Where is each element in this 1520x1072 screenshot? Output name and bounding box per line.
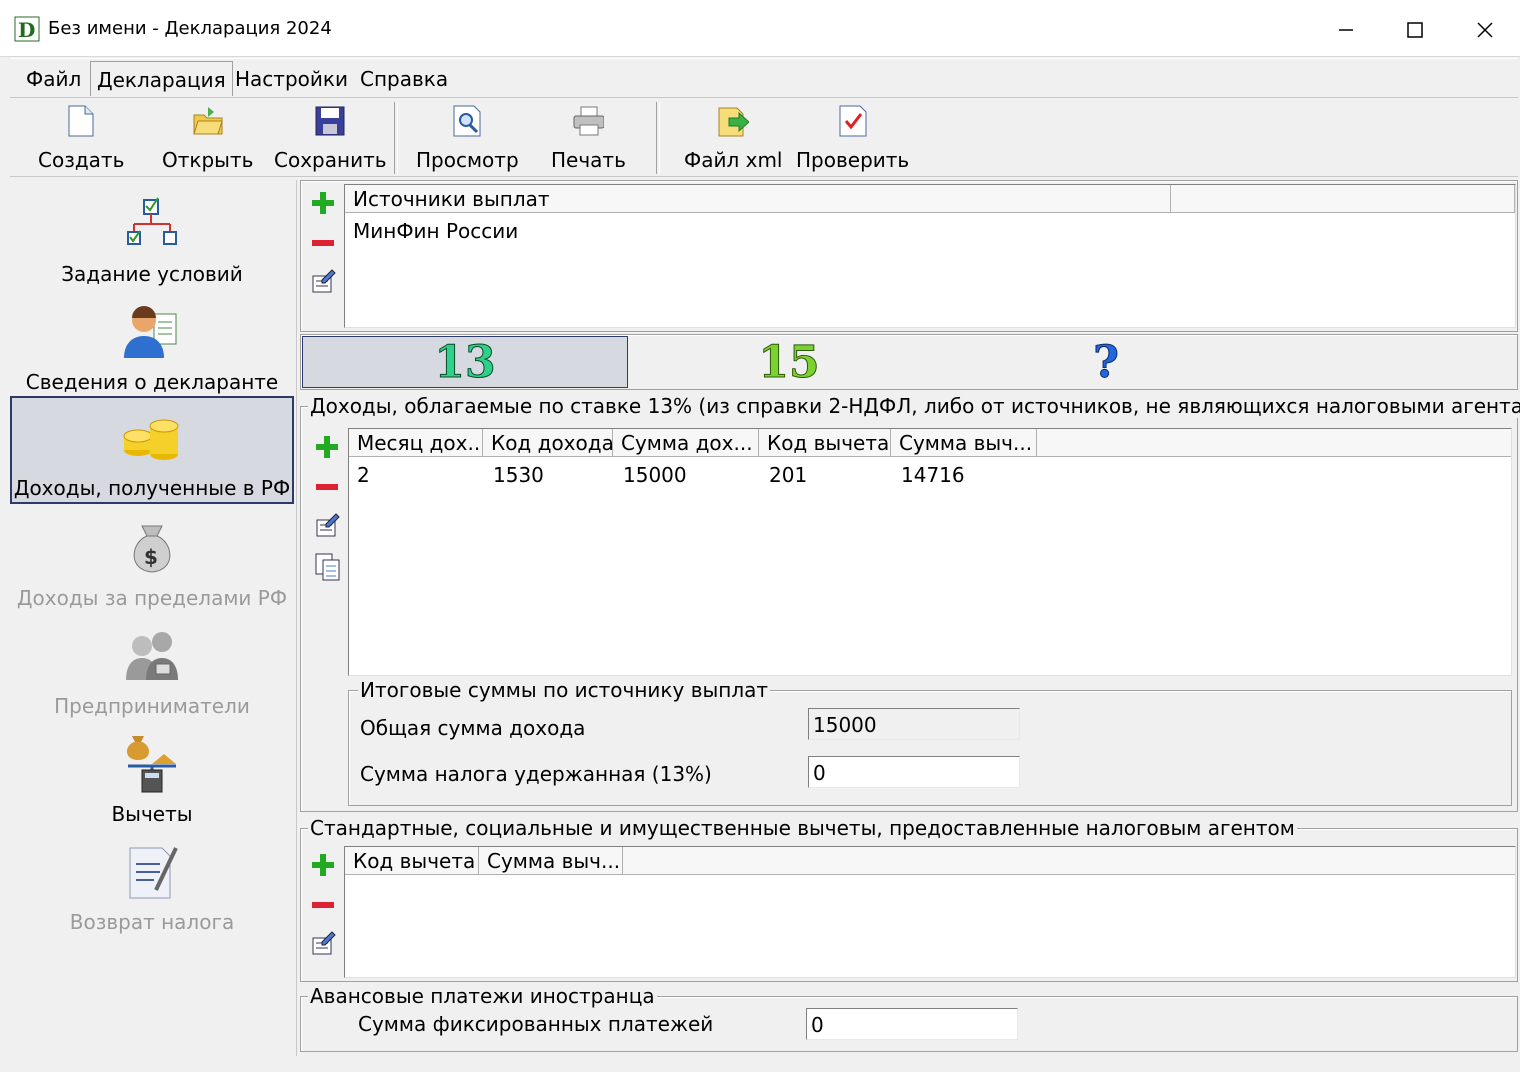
deductions-group-title: Стандартные, социальные и имущественные …: [308, 816, 1297, 840]
income-cell-month: 2: [357, 463, 370, 487]
sources-header[interactable]: Источники выплат: [345, 185, 1171, 213]
preview-icon: [451, 102, 483, 140]
nav-deductions[interactable]: Вычеты: [10, 724, 294, 832]
left-navigation: Задание условий Сведения о декларанте До…: [10, 180, 297, 1056]
toolbar-separator: [394, 102, 398, 174]
close-icon[interactable]: [1455, 10, 1515, 50]
tax-refund-icon: [120, 840, 184, 904]
open-folder-icon: [192, 102, 224, 140]
toolbar: Создать Открыть Сохранить Просмотр Печат…: [10, 98, 1518, 177]
plus-icon: [312, 854, 334, 876]
edit-deduction-button[interactable]: [308, 928, 338, 958]
deductions-col-code[interactable]: Код вычета: [345, 847, 479, 875]
nav-entrepreneurs[interactable]: Предприниматели: [10, 616, 294, 724]
copy-icon: [315, 553, 340, 581]
conditions-icon: [120, 192, 184, 256]
add-source-button[interactable]: [308, 188, 338, 218]
rate-tab-13[interactable]: 13: [302, 336, 628, 388]
svg-text:$: $: [144, 545, 158, 569]
edit-record-icon: [312, 269, 336, 293]
coins-icon: [120, 406, 184, 470]
income-table[interactable]: Месяц дох... Код дохода Сумма дох... Код…: [348, 428, 1512, 676]
floppy-disk-icon: [314, 102, 346, 140]
income-cell-deduction-sum: 14716: [901, 463, 965, 487]
maximize-icon[interactable]: [1385, 10, 1445, 50]
income-col-sum[interactable]: Сумма дох...: [613, 429, 759, 457]
minimize-icon[interactable]: [1316, 10, 1376, 50]
money-bag-icon: $: [120, 516, 184, 580]
rate-tab-other[interactable]: ?: [948, 336, 1264, 388]
title-bar: D Без имени - Декларация 2024: [0, 0, 1520, 57]
deductions-table[interactable]: Код вычета Сумма выч...: [344, 846, 1516, 978]
open-button[interactable]: Открыть: [162, 102, 253, 174]
entrepreneurs-icon: [120, 624, 184, 688]
menu-bar: Файл Декларация Настройки Справка: [10, 58, 1518, 98]
remove-deduction-button[interactable]: [308, 890, 338, 920]
remove-income-button[interactable]: [312, 472, 342, 502]
sources-header-empty: [1171, 185, 1515, 213]
toolbar-separator: [656, 102, 660, 174]
nav-income-rf[interactable]: Доходы, полученные в РФ: [10, 396, 294, 504]
total-income-field: 15000: [808, 708, 1020, 740]
plus-icon: [312, 192, 334, 214]
nav-conditions[interactable]: Задание условий: [10, 184, 294, 292]
advance-group-title: Авансовые платежи иностранца: [308, 984, 657, 1008]
income-cell-deduction-code: 201: [769, 463, 808, 487]
add-deduction-button[interactable]: [308, 850, 338, 880]
income-col-month[interactable]: Месяц дох...: [349, 429, 483, 457]
total-income-label: Общая сумма дохода: [360, 716, 586, 740]
menu-declaration[interactable]: Декларация: [90, 61, 233, 96]
printer-icon: [572, 102, 605, 140]
income-cell-sum: 15000: [623, 463, 687, 487]
declarant-icon: [120, 300, 184, 364]
check-button[interactable]: Проверить: [796, 102, 909, 174]
copy-income-button[interactable]: [312, 552, 342, 582]
sources-list[interactable]: Источники выплат МинФин России: [344, 184, 1516, 328]
income-cell-code: 1530: [493, 463, 544, 487]
add-income-button[interactable]: [312, 432, 342, 462]
nav-declarant-info[interactable]: Сведения о декларанте: [10, 292, 294, 400]
income-col-code[interactable]: Код дохода: [483, 429, 613, 457]
save-button[interactable]: Сохранить: [274, 102, 387, 174]
app-logo-icon: D: [14, 16, 40, 42]
remove-source-button[interactable]: [308, 228, 338, 258]
source-row[interactable]: МинФин России: [353, 219, 518, 243]
plus-icon: [316, 436, 338, 458]
tax-withheld-input[interactable]: 0: [808, 756, 1020, 788]
nav-tax-refund[interactable]: Возврат налога: [10, 832, 294, 940]
minus-icon: [312, 240, 334, 246]
check-document-icon: [837, 102, 869, 140]
fixed-payments-input[interactable]: 0: [806, 1008, 1018, 1040]
edit-source-button[interactable]: [308, 266, 338, 296]
create-button[interactable]: Создать: [38, 102, 124, 174]
preview-button[interactable]: Просмотр: [416, 102, 519, 174]
deductions-icon: [120, 732, 184, 796]
menu-file[interactable]: Файл: [22, 67, 85, 91]
tax-withheld-label: Сумма налога удержанная (13%): [360, 762, 712, 786]
income-col-deduction-sum[interactable]: Сумма выч...: [891, 429, 1037, 457]
edit-record-icon: [316, 513, 340, 537]
window-title: Без имени - Декларация 2024: [48, 18, 332, 39]
minus-icon: [312, 902, 334, 908]
xml-file-button[interactable]: Файл xml: [684, 102, 783, 174]
xml-export-icon: [717, 102, 750, 140]
income-group-title: Доходы, облагаемые по ставке 13% (из спр…: [308, 394, 1520, 418]
income-col-empty: [1037, 429, 1511, 457]
totals-group-title: Итоговые суммы по источнику выплат: [358, 678, 771, 702]
menu-help[interactable]: Справка: [356, 67, 452, 91]
rate-tab-15[interactable]: 15: [630, 336, 948, 388]
edit-record-icon: [312, 931, 336, 955]
menu-settings[interactable]: Настройки: [231, 67, 352, 91]
income-col-deduction-code[interactable]: Код вычета: [759, 429, 891, 457]
edit-income-button[interactable]: [312, 510, 342, 540]
new-document-icon: [65, 102, 97, 140]
nav-income-abroad[interactable]: $ Доходы за пределами РФ: [10, 508, 294, 616]
fixed-payments-label: Сумма фиксированных платежей: [358, 1012, 714, 1036]
svg-text:D: D: [18, 18, 35, 42]
deductions-col-sum[interactable]: Сумма выч...: [479, 847, 623, 875]
deductions-col-empty: [623, 847, 1515, 875]
print-button[interactable]: Печать: [551, 102, 626, 174]
minus-icon: [316, 484, 338, 490]
